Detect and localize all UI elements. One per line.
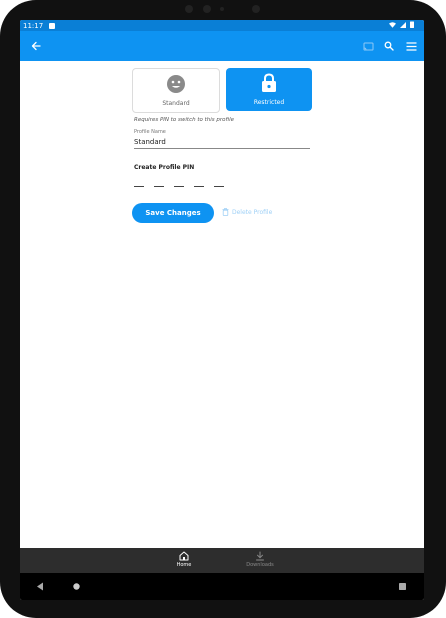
signal-icon	[400, 21, 406, 28]
status-time: 11:17	[23, 21, 44, 30]
menu-button[interactable]	[403, 31, 419, 61]
profile-type-label: Standard	[162, 100, 190, 107]
save-changes-button[interactable]: Save Changes	[132, 203, 214, 223]
profile-name-field[interactable]: Standard	[134, 138, 310, 149]
pin-digit-3[interactable]	[174, 186, 184, 187]
wifi-icon	[389, 21, 396, 28]
pin-digit-1[interactable]	[134, 186, 144, 187]
screen: 11:17 Standard Restricted Requires PIN t…	[20, 20, 424, 600]
profile-name-label: Profile Name	[134, 129, 166, 135]
nav-item-label: Home	[176, 562, 192, 568]
cast-button[interactable]	[360, 31, 376, 61]
status-icons	[389, 21, 414, 28]
arrow-back-icon	[31, 41, 41, 51]
notification-icon	[49, 22, 56, 29]
search-icon	[384, 41, 394, 51]
pin-digit-5[interactable]	[214, 186, 224, 187]
system-navigation-bar	[20, 573, 424, 600]
home-icon	[179, 551, 189, 561]
profile-type-label: Restricted	[253, 99, 285, 106]
profile-type-restricted[interactable]: Restricted	[226, 68, 312, 111]
camera-dot	[252, 5, 260, 13]
nav-item-label: Downloads	[246, 562, 274, 568]
back-button[interactable]	[28, 31, 44, 61]
app-bar	[20, 31, 424, 61]
lock-icon	[262, 73, 276, 92]
pin-digit-2[interactable]	[154, 186, 164, 187]
download-icon	[256, 551, 264, 561]
trash-icon	[222, 208, 229, 216]
delete-profile-button[interactable]: Delete Profile	[222, 208, 272, 216]
smiley-icon	[167, 75, 185, 93]
camera-dot	[185, 5, 193, 13]
camera-sensor	[220, 7, 224, 11]
pin-hint: Requires PIN to switch to this profile	[134, 117, 234, 123]
status-bar: 11:17	[20, 20, 424, 31]
search-button[interactable]	[381, 31, 397, 61]
nav-item-downloads[interactable]: Downloads	[240, 551, 280, 568]
pin-digit-4[interactable]	[194, 186, 204, 187]
battery-icon	[410, 21, 414, 28]
edit-profile-form: Standard Restricted Requires PIN to swit…	[20, 61, 424, 548]
system-recents-icon[interactable]	[399, 583, 406, 590]
system-back-icon[interactable]	[36, 582, 44, 591]
cast-icon	[363, 42, 373, 50]
delete-profile-label: Delete Profile	[232, 208, 273, 216]
camera-dot	[203, 5, 211, 13]
system-home-icon[interactable]	[73, 583, 80, 590]
profile-type-standard[interactable]: Standard	[132, 68, 220, 113]
menu-icon	[406, 41, 416, 51]
bottom-navigation: Home Downloads	[20, 548, 424, 573]
tablet-frame: 11:17 Standard Restricted Requires PIN t…	[0, 0, 446, 618]
nav-item-home[interactable]: Home	[164, 551, 204, 568]
create-pin-title: Create Profile PIN	[134, 164, 195, 171]
